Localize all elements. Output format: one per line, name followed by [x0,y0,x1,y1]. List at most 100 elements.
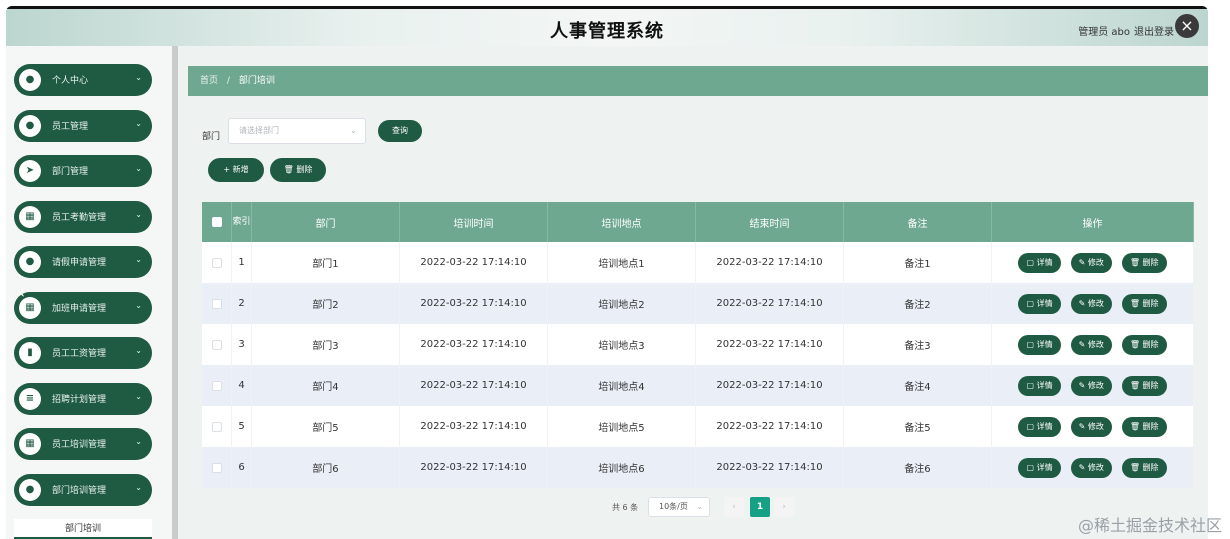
cell-note: 备注2 [844,283,992,324]
cell-dept: 部门2 [252,283,400,324]
breadcrumb-current: 部门培训 [238,76,275,86]
edit-button[interactable]: ✎ 修改 [1070,293,1112,314]
header-end-time[interactable]: 结束时间 [696,202,844,242]
row-select-cell [202,365,232,406]
delete-button[interactable]: 🗑 删除 [1121,252,1167,273]
sidebar-item-6[interactable]: ▮ 员工工资管理 ⌄ [14,337,152,369]
main-content: 首页 / 部门培训 部门 请选择部门 ⌄ 查询 + 新增 🗑 删除 索引 部门 … [188,66,1208,539]
row-checkbox[interactable] [211,257,222,268]
sidebar-item-7[interactable]: ≡ 招聘计划管理 ⌄ [14,382,152,415]
select-all-checkbox[interactable] [211,217,222,227]
cell-train-time: 2022-03-22 17:14:10 [400,283,548,324]
sidebar-item-label: 员工培训管理 [52,440,107,450]
sidebar-item-9[interactable]: ● 部门培训管理 ⌄ [14,473,152,506]
row-select-cell [202,242,232,283]
chevron-down-icon: ⌄ [135,209,142,219]
sidebar-subitem-dept-training[interactable]: 部门培训 [14,519,152,539]
dept-filter-label: 部门 [202,132,221,142]
detail-button[interactable]: ▢ 详情 [1018,334,1061,355]
query-button[interactable]: 查询 [378,120,422,142]
delete-button[interactable]: 🗑 删除 [1121,334,1167,355]
detail-button[interactable]: ▢ 详情 [1018,375,1061,396]
delete-button[interactable]: 🗑 删除 [1121,457,1167,478]
sidebar-scrollbar[interactable] [172,46,178,539]
chevron-down-icon: ⌄ [135,164,142,173]
cell-index: 4 [232,365,252,406]
menu-item-icon: ≡ [19,387,41,410]
edit-button[interactable]: ✎ 修改 [1070,334,1112,355]
cell-place: 培训地点4 [548,365,696,406]
cell-ops: ▢ 详情 ✎ 修改 🗑 删除 [992,242,1194,283]
detail-button[interactable]: ▢ 详情 [1018,252,1061,273]
cell-place: 培训地点1 [548,242,696,283]
cell-dept: 部门6 [252,447,400,488]
next-page-button[interactable]: › [774,497,794,517]
page-size-select[interactable]: 10条/页 ⌄ [648,497,710,517]
header-train-time[interactable]: 培训时间 [400,202,548,242]
sidebar-item-5[interactable]: ▦ 加班申请管理 ⌄ [14,291,152,324]
header-place[interactable]: 培训地点 [548,202,696,242]
cell-train-time: 2022-03-22 17:14:10 [400,365,548,406]
bulk-delete-button[interactable]: 🗑 删除 [270,158,326,182]
menu-item-icon: ▦ [19,205,41,228]
app-header: 人事管理系统 管理员 abo 退出登录 [6,6,1208,46]
detail-button[interactable]: ▢ 详情 [1018,293,1061,314]
row-select-cell [202,406,232,447]
table-row: 3 部门3 2022-03-22 17:14:10 培训地点3 2022-03-22 1… [202,324,1194,365]
logout-link[interactable]: 退出登录 [1134,23,1174,38]
header-dept[interactable]: 部门 [252,202,400,242]
cell-ops: ▢ 详情 ✎ 修改 🗑 删除 [992,447,1194,488]
cell-dept: 部门3 [252,324,400,365]
delete-button[interactable]: 🗑 删除 [1121,375,1167,396]
sidebar-item-2[interactable]: ➤ 部门管理 ⌄ [14,155,152,187]
add-button[interactable]: + 新增 [208,158,264,182]
chevron-down-icon: ⌄ [135,346,142,355]
header-note: 备注 [844,202,992,242]
detail-button[interactable]: ▢ 详情 [1018,457,1061,478]
edit-button[interactable]: ✎ 修改 [1070,375,1112,396]
row-checkbox[interactable] [211,298,222,309]
chevron-left-icon[interactable]: ‹ [18,282,25,303]
cell-train-time: 2022-03-22 17:14:10 [400,242,548,283]
delete-button[interactable]: 🗑 删除 [1121,293,1167,314]
sidebar-item-0[interactable]: ● 个人中心 ⌄ [14,64,152,96]
breadcrumb-separator: / [226,76,230,86]
sidebar: ● 个人中心 ⌄ ● 员工管理 ⌄ ➤ 部门管理 ⌄ ▦ 员工考勤管理 ⌄ ● 请假申请管理 ⌄ ▦ 加班申请管… [6,46,178,539]
sidebar-item-label: 部门培训管理 [52,485,107,496]
delete-button[interactable]: 🗑 删除 [1121,416,1167,437]
row-checkbox[interactable] [211,462,222,473]
row-checkbox[interactable] [211,380,222,391]
edit-button[interactable]: ✎ 修改 [1070,457,1112,478]
row-checkbox[interactable] [211,339,222,350]
select-all-cell [202,202,232,242]
breadcrumb-home[interactable]: 首页 [200,76,218,86]
sidebar-item-8[interactable]: ▦ 员工培训管理 ⌄ [14,428,152,460]
page-1-button[interactable]: 1 [750,497,770,517]
edit-button[interactable]: ✎ 修改 [1070,252,1112,273]
sidebar-item-3[interactable]: ▦ 员工考勤管理 ⌄ [14,200,152,233]
sidebar-item-label: 请假申请管理 [52,258,107,268]
cell-place: 培训地点5 [548,406,696,447]
dept-select[interactable]: 请选择部门 ⌄ [228,118,366,144]
close-icon[interactable]: × [1175,14,1199,38]
cell-index: 2 [232,283,252,324]
sidebar-item-label: 员工工资管理 [52,349,107,359]
menu-item-icon: ● [19,478,41,501]
chevron-down-icon: ⌄ [135,73,142,82]
menu-item-icon: ➤ [19,160,41,182]
table-row: 6 部门6 2022-03-22 17:14:10 培训地点6 2022-03-22 1… [202,447,1194,488]
cell-ops: ▢ 详情 ✎ 修改 🗑 删除 [992,406,1194,447]
menu-item-icon: ● [19,114,41,137]
sidebar-item-label: 员工考勤管理 [52,212,107,223]
cell-end-time: 2022-03-22 17:14:10 [696,406,844,447]
row-checkbox[interactable] [211,421,222,432]
app-window: 人事管理系统 管理员 abo 退出登录 ● 个人中心 ⌄ ● 员工管理 ⌄ ➤ 部门管理 ⌄ ▦ 员… [6,6,1208,539]
prev-page-button[interactable]: ‹ [724,497,744,517]
training-table: 索引 部门 培训时间 培训地点 结束时间 备注 操作 1 部门1 2022-03-2… [202,202,1194,488]
detail-button[interactable]: ▢ 详情 [1018,416,1061,437]
cell-train-time: 2022-03-22 17:14:10 [400,447,548,488]
cell-index: 6 [232,447,252,488]
edit-button[interactable]: ✎ 修改 [1070,416,1112,437]
sidebar-item-4[interactable]: ● 请假申请管理 ⌄ [14,246,152,278]
sidebar-item-1[interactable]: ● 员工管理 ⌄ [14,109,152,142]
